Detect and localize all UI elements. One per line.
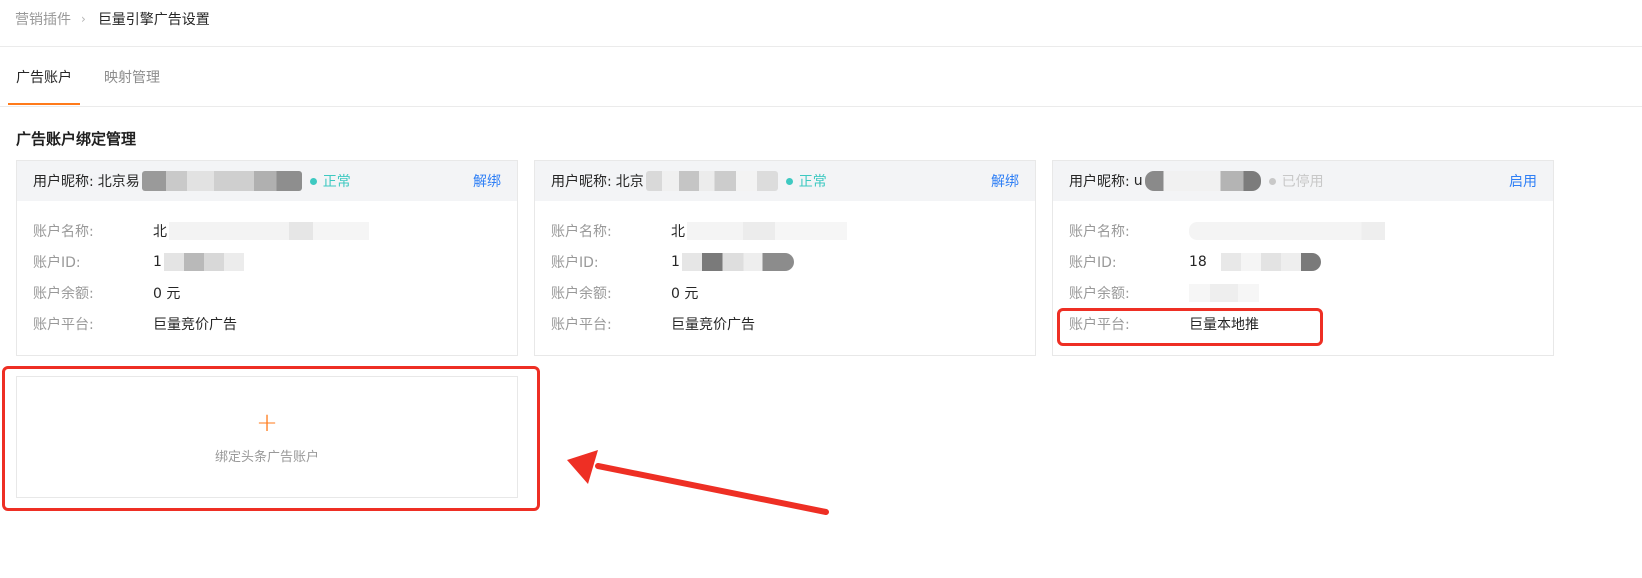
section-title: 广告账户绑定管理 bbox=[16, 130, 137, 148]
info-row-balance: 账户余额: 0 元 bbox=[551, 277, 1019, 308]
field-label: 账户名称: bbox=[551, 223, 612, 240]
account-card: 用户昵称: 北京 正常 解绑 账户名称: 北 账户ID: 1 账户余额: 0 元… bbox=[534, 160, 1036, 356]
account-name-value: 北 bbox=[671, 223, 685, 240]
nickname-value: 北京易 bbox=[97, 174, 140, 190]
field-label: 账户余额: bbox=[1069, 285, 1130, 302]
field-value bbox=[1189, 221, 1385, 240]
status-badge: 已停用 bbox=[1268, 171, 1324, 191]
info-row-account-name: 账户名称: 北 bbox=[33, 215, 501, 246]
platform-value: 巨量竞价广告 bbox=[153, 316, 237, 333]
breadcrumb: 营销插件 › 巨量引擎广告设置 bbox=[15, 9, 210, 29]
field-label: 账户余额: bbox=[33, 285, 94, 302]
status-text: 正常 bbox=[798, 174, 827, 190]
redacted-mosaic bbox=[681, 252, 794, 271]
info-row-account-id: 账户ID: 1 bbox=[551, 246, 1019, 277]
unbind-button[interactable]: 解绑 bbox=[473, 161, 501, 201]
card-body: 账户名称: 账户ID: 18 账户余额: 账户平台: 巨量本地推 bbox=[1053, 201, 1553, 339]
account-id-value: 1 bbox=[671, 253, 680, 270]
redacted-mosaic bbox=[1189, 283, 1259, 302]
balance-value: 0 元 bbox=[153, 285, 181, 302]
field-label: 账户ID: bbox=[551, 254, 599, 271]
active-tab-indicator bbox=[8, 103, 80, 105]
plus-icon: + bbox=[256, 407, 278, 438]
redacted-mosaic bbox=[169, 221, 369, 240]
field-label: 账户ID: bbox=[1069, 254, 1117, 271]
nickname-label: 用户昵称: bbox=[1069, 174, 1130, 190]
tab-mapping-management[interactable]: 映射管理 bbox=[96, 47, 168, 106]
info-row-account-name: 账户名称: 北 bbox=[551, 215, 1019, 246]
field-value: 北 bbox=[153, 221, 369, 241]
info-row-account-id: 账户ID: 18 bbox=[1069, 246, 1537, 277]
tab-ad-accounts[interactable]: 广告账户 bbox=[8, 47, 80, 106]
bind-account-label: 绑定头条广告账户 bbox=[214, 449, 319, 465]
field-label: 账户平台: bbox=[33, 316, 94, 333]
info-row-platform: 账户平台: 巨量竞价广告 bbox=[33, 308, 501, 339]
info-row-platform: 账户平台: 巨量本地推 bbox=[1069, 308, 1537, 339]
field-label: 账户平台: bbox=[551, 316, 612, 333]
card-header: 用户昵称: u 已停用 启用 bbox=[1053, 161, 1553, 201]
card-header: 用户昵称: 北京易 正常 解绑 bbox=[17, 161, 517, 201]
platform-value: 巨量本地推 bbox=[1189, 316, 1259, 333]
field-label: 账户ID: bbox=[33, 254, 81, 271]
account-id-value: 1 bbox=[153, 253, 162, 270]
info-row-account-name: 账户名称: bbox=[1069, 215, 1537, 246]
status-badge: 正常 bbox=[785, 171, 827, 191]
account-id-value: 18 bbox=[1189, 253, 1207, 270]
redacted-mosaic bbox=[1220, 252, 1321, 271]
field-value bbox=[1189, 283, 1259, 302]
field-value: 18 bbox=[1189, 252, 1321, 271]
card-body: 账户名称: 北 账户ID: 1 账户余额: 0 元 账户平台: 巨量竞价广告 bbox=[535, 201, 1035, 339]
field-label: 账户余额: bbox=[551, 285, 612, 302]
status-badge: 正常 bbox=[309, 171, 351, 191]
field-label: 账户名称: bbox=[33, 223, 94, 240]
redacted-mosaic bbox=[645, 171, 778, 191]
bind-account-button[interactable]: + 绑定头条广告账户 bbox=[16, 376, 518, 498]
info-row-account-id: 账户ID: 1 bbox=[33, 246, 501, 277]
status-dot-icon bbox=[309, 177, 317, 185]
redacted-mosaic bbox=[141, 171, 302, 191]
field-label: 账户名称: bbox=[1069, 223, 1130, 240]
chevron-right-icon: › bbox=[81, 12, 86, 26]
nickname-value: 北京 bbox=[615, 174, 644, 190]
field-value: 1 bbox=[153, 252, 244, 271]
field-value: 1 bbox=[671, 252, 794, 271]
card-header: 用户昵称: 北京 正常 解绑 bbox=[535, 161, 1035, 201]
card-body: 账户名称: 北 账户ID: 1 账户余额: 0 元 账户平台: 巨量竞价广告 bbox=[17, 201, 517, 339]
breadcrumb-current: 巨量引擎广告设置 bbox=[97, 12, 210, 28]
status-dot-icon bbox=[1268, 177, 1276, 185]
redacted-mosaic bbox=[1144, 171, 1261, 191]
unbind-button[interactable]: 解绑 bbox=[991, 161, 1019, 201]
nickname-label: 用户昵称: bbox=[33, 174, 94, 190]
platform-value: 巨量竞价广告 bbox=[671, 316, 755, 333]
redacted-mosaic bbox=[163, 252, 244, 271]
account-card: 用户昵称: u 已停用 启用 账户名称: 账户ID: 18 账户余额: 账户平台… bbox=[1052, 160, 1554, 356]
redacted-mosaic bbox=[687, 221, 847, 240]
info-row-balance: 账户余额: bbox=[1069, 277, 1537, 308]
tab-bar: 广告账户 映射管理 bbox=[0, 47, 1642, 107]
field-label: 账户平台: bbox=[1069, 316, 1130, 333]
status-dot-icon bbox=[785, 177, 793, 185]
info-row-balance: 账户余额: 0 元 bbox=[33, 277, 501, 308]
field-value: 北 bbox=[671, 221, 847, 241]
nickname-label: 用户昵称: bbox=[551, 174, 612, 190]
status-text: 正常 bbox=[322, 174, 351, 190]
breadcrumb-parent-link[interactable]: 营销插件 bbox=[15, 9, 71, 29]
account-card: 用户昵称: 北京易 正常 解绑 账户名称: 北 账户ID: 1 账户余额: 0 … bbox=[16, 160, 518, 356]
account-name-value: 北 bbox=[153, 223, 167, 240]
status-text: 已停用 bbox=[1281, 174, 1324, 190]
balance-value: 0 元 bbox=[671, 285, 699, 302]
redacted-mosaic bbox=[1189, 221, 1385, 240]
info-row-platform: 账户平台: 巨量竞价广告 bbox=[551, 308, 1019, 339]
enable-button[interactable]: 启用 bbox=[1509, 161, 1537, 201]
nickname-value: u bbox=[1133, 173, 1143, 189]
